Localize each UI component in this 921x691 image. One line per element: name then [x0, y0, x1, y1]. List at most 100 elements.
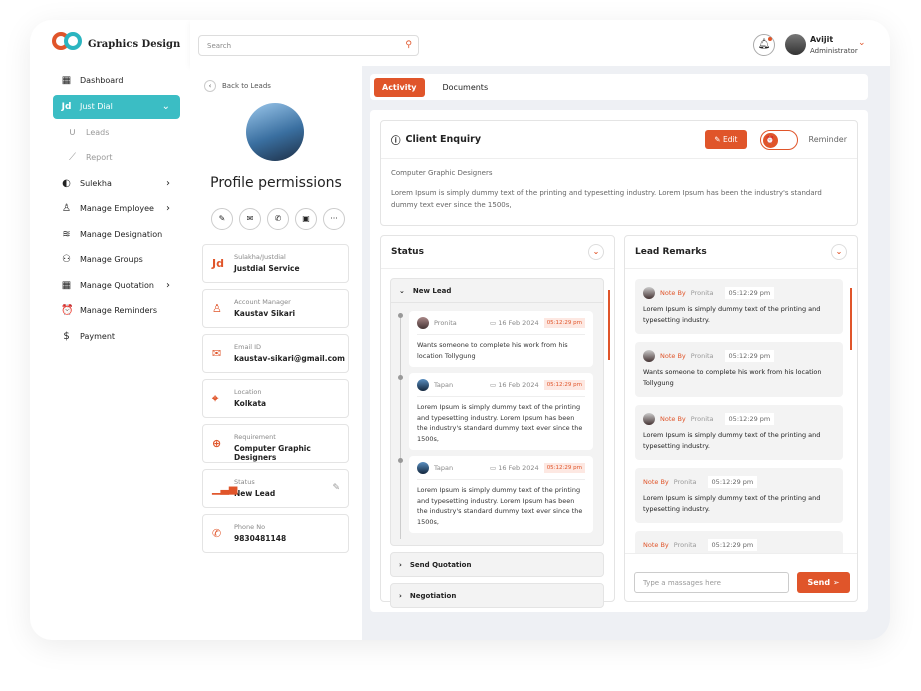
avatar [417, 379, 429, 391]
app-window: Graphics Design ▦ Dashboard Jd Just Dial ⌄ ∪ L… [30, 20, 890, 640]
sidebar-item-manage-reminders[interactable]: ⏰ Manage Reminders [53, 298, 180, 324]
enquiry-subtitle: Computer Graphic Designers [391, 169, 493, 177]
remark-text: Lorem Ipsum is simply dummy text of the … [643, 431, 821, 450]
event-date: ▭ 16 Feb 2024 [490, 464, 539, 472]
sidebar-item-dashboard[interactable]: ▦ Dashboard [53, 68, 180, 94]
timeline-dot [398, 313, 403, 318]
chevron-down-icon[interactable]: ⌄ [858, 38, 866, 48]
field-value: Justdial Service [234, 264, 300, 273]
remark-time: 05:12:29 pm [724, 350, 775, 362]
sidebar-item-manage-groups[interactable]: ⚇ Manage Groups [53, 247, 180, 273]
event-time: 05:12:29 pm [543, 380, 585, 390]
chevron-right-icon[interactable]: › [166, 280, 170, 291]
sidebar-item-manage-quotation[interactable]: ▦ Manage Quotation › [53, 273, 180, 299]
profile-title: Profile permissions [210, 175, 342, 191]
activity-panel: ⓘ Client Enquiry ✎ Edit ⏰ Reminder Comput… [370, 110, 868, 612]
sidebar-item-label: Manage Groups [80, 255, 143, 265]
tab-documents[interactable]: Documents [435, 78, 497, 97]
mail-icon: ✉ [212, 347, 222, 360]
timeline-dot [398, 375, 403, 380]
edit-button[interactable]: ✎ [211, 208, 233, 230]
profile-panel: ‹ Back to Leads Profile permissions ✎ ✉ ✆ ▣ ·… [190, 66, 362, 640]
remark-item: Note By Pronita 05:12:29 pm Lorem Ipsum is … [635, 468, 843, 523]
status-card: Status ⌄ ⌄ New Lead Pronita ▭ 16 Feb 2024 05:… [380, 235, 615, 608]
note-by-label: Note By [660, 352, 686, 360]
event-text: Lorem Ipsum is simply dummy text of the … [417, 486, 583, 526]
calendar-button[interactable]: ▣ [295, 208, 317, 230]
remark-item: Note By Pronita 05:12:29 pm Lorem Ipsum is … [635, 405, 843, 460]
timeline-line [400, 315, 401, 539]
event-date: ▭ 16 Feb 2024 [490, 381, 539, 389]
timeline-event: Pronita ▭ 16 Feb 2024 05:12:29 pm Wants som… [398, 311, 593, 367]
back-to-leads-link[interactable]: ‹ Back to Leads [204, 80, 271, 92]
chevron-down-icon[interactable]: ⌄ [588, 244, 604, 260]
user-name: Avijit [810, 35, 834, 44]
stage-header[interactable]: ⌄ New Lead [391, 279, 603, 302]
send-button[interactable]: Send ➢ [797, 572, 850, 593]
stage-header[interactable]: › Send Quotation [391, 553, 603, 576]
chevron-down-icon[interactable]: ⌄ [162, 101, 170, 112]
main-content: Activity Documents ⓘ Client Enquiry ✎ Edit… [362, 66, 890, 640]
sidebar-item-label: Report [86, 153, 113, 163]
search-input[interactable]: Search ⚲ [198, 35, 419, 56]
sidebar-item-leads[interactable]: ∪ Leads [53, 120, 180, 146]
scrollbar[interactable] [608, 290, 610, 360]
tab-bar: Activity Documents [370, 74, 868, 100]
remark-user: Pronita [690, 415, 714, 423]
remark-user: Pronita [673, 541, 697, 549]
justdial-icon: Jd [212, 257, 224, 270]
sulekha-icon: ◐ [62, 177, 71, 189]
profile-field-card: ▁▃▅ Status New Lead ✎ [202, 469, 349, 508]
profile-field-card: ⌖ Location Kolkata [202, 379, 349, 418]
sidebar-item-sulekha[interactable]: ◐ Sulekha › [53, 171, 180, 197]
more-button[interactable]: ··· [323, 208, 345, 230]
sidebar-item-manage-designation[interactable]: ≋ Manage Designation [53, 222, 180, 248]
dollar-icon: $ [63, 330, 70, 342]
chevron-left-icon: ‹ [204, 80, 216, 92]
remark-user: Pronita [673, 478, 697, 486]
logo-mark [52, 32, 84, 56]
event-user: Tapan [434, 381, 454, 389]
mail-button[interactable]: ✉ [239, 208, 261, 230]
sidebar-item-manage-employee[interactable]: ♙ Manage Employee › [53, 196, 180, 222]
edit-button[interactable]: ✎ Edit [705, 130, 747, 149]
enquiry-title: Client Enquiry [405, 134, 482, 145]
sidebar-item-payment[interactable]: $ Payment [53, 324, 180, 350]
logo[interactable]: Graphics Design [52, 32, 180, 56]
sidebar-item-just-dial[interactable]: Jd Just Dial ⌄ [53, 94, 180, 119]
avatar [643, 350, 655, 362]
field-label: Email ID [234, 343, 262, 351]
field-label: Requirement [234, 433, 276, 441]
scrollbar[interactable] [850, 288, 852, 350]
notification-bell-icon[interactable]: 🔔︎ [753, 34, 775, 56]
chevron-right-icon[interactable]: › [166, 178, 170, 189]
sidebar-item-label: Manage Employee [80, 204, 154, 214]
stage-header[interactable]: › Negotiation [391, 584, 603, 607]
profile-field-card: ⊕ Requirement Computer Graphic Designers [202, 424, 349, 463]
grid-icon: ▦ [61, 279, 72, 291]
reminder-toggle[interactable]: ⏰ [759, 129, 798, 150]
edit-icon[interactable]: ✎ [332, 483, 340, 493]
chevron-down-icon[interactable]: ⌄ [831, 244, 847, 260]
justdial-icon: Jd [61, 101, 72, 112]
remark-time: 05:12:29 pm [707, 539, 758, 551]
tab-activity[interactable]: Activity [374, 77, 425, 97]
signal-icon: ▁▃▅ [212, 482, 238, 495]
remark-text: Wants someone to complete his work from … [643, 368, 822, 387]
search-icon[interactable]: ⚲ [405, 40, 412, 50]
layers-icon: ≋ [62, 228, 71, 240]
avatar [643, 413, 655, 425]
remark-item: Note By Pronita 05:12:29 pm Wants someone t… [635, 342, 843, 397]
user-avatar[interactable] [785, 34, 806, 55]
phone-button[interactable]: ✆ [267, 208, 289, 230]
message-input[interactable]: Type a massages here [634, 572, 789, 593]
chart-icon: ⟋ [69, 152, 76, 164]
sidebar-item-report[interactable]: ⟋ Report [53, 145, 180, 171]
remark-meta: Note By Pronita 05:12:29 pm [643, 287, 835, 299]
chevron-right-icon: › [399, 591, 402, 600]
event-meta: Tapan ▭ 16 Feb 2024 05:12:29 pm [417, 462, 585, 480]
chevron-right-icon[interactable]: › [166, 203, 170, 214]
remark-user: Pronita [690, 289, 714, 297]
edit-label: Edit [722, 135, 738, 144]
sidebar-item-label: Payment [80, 331, 116, 341]
